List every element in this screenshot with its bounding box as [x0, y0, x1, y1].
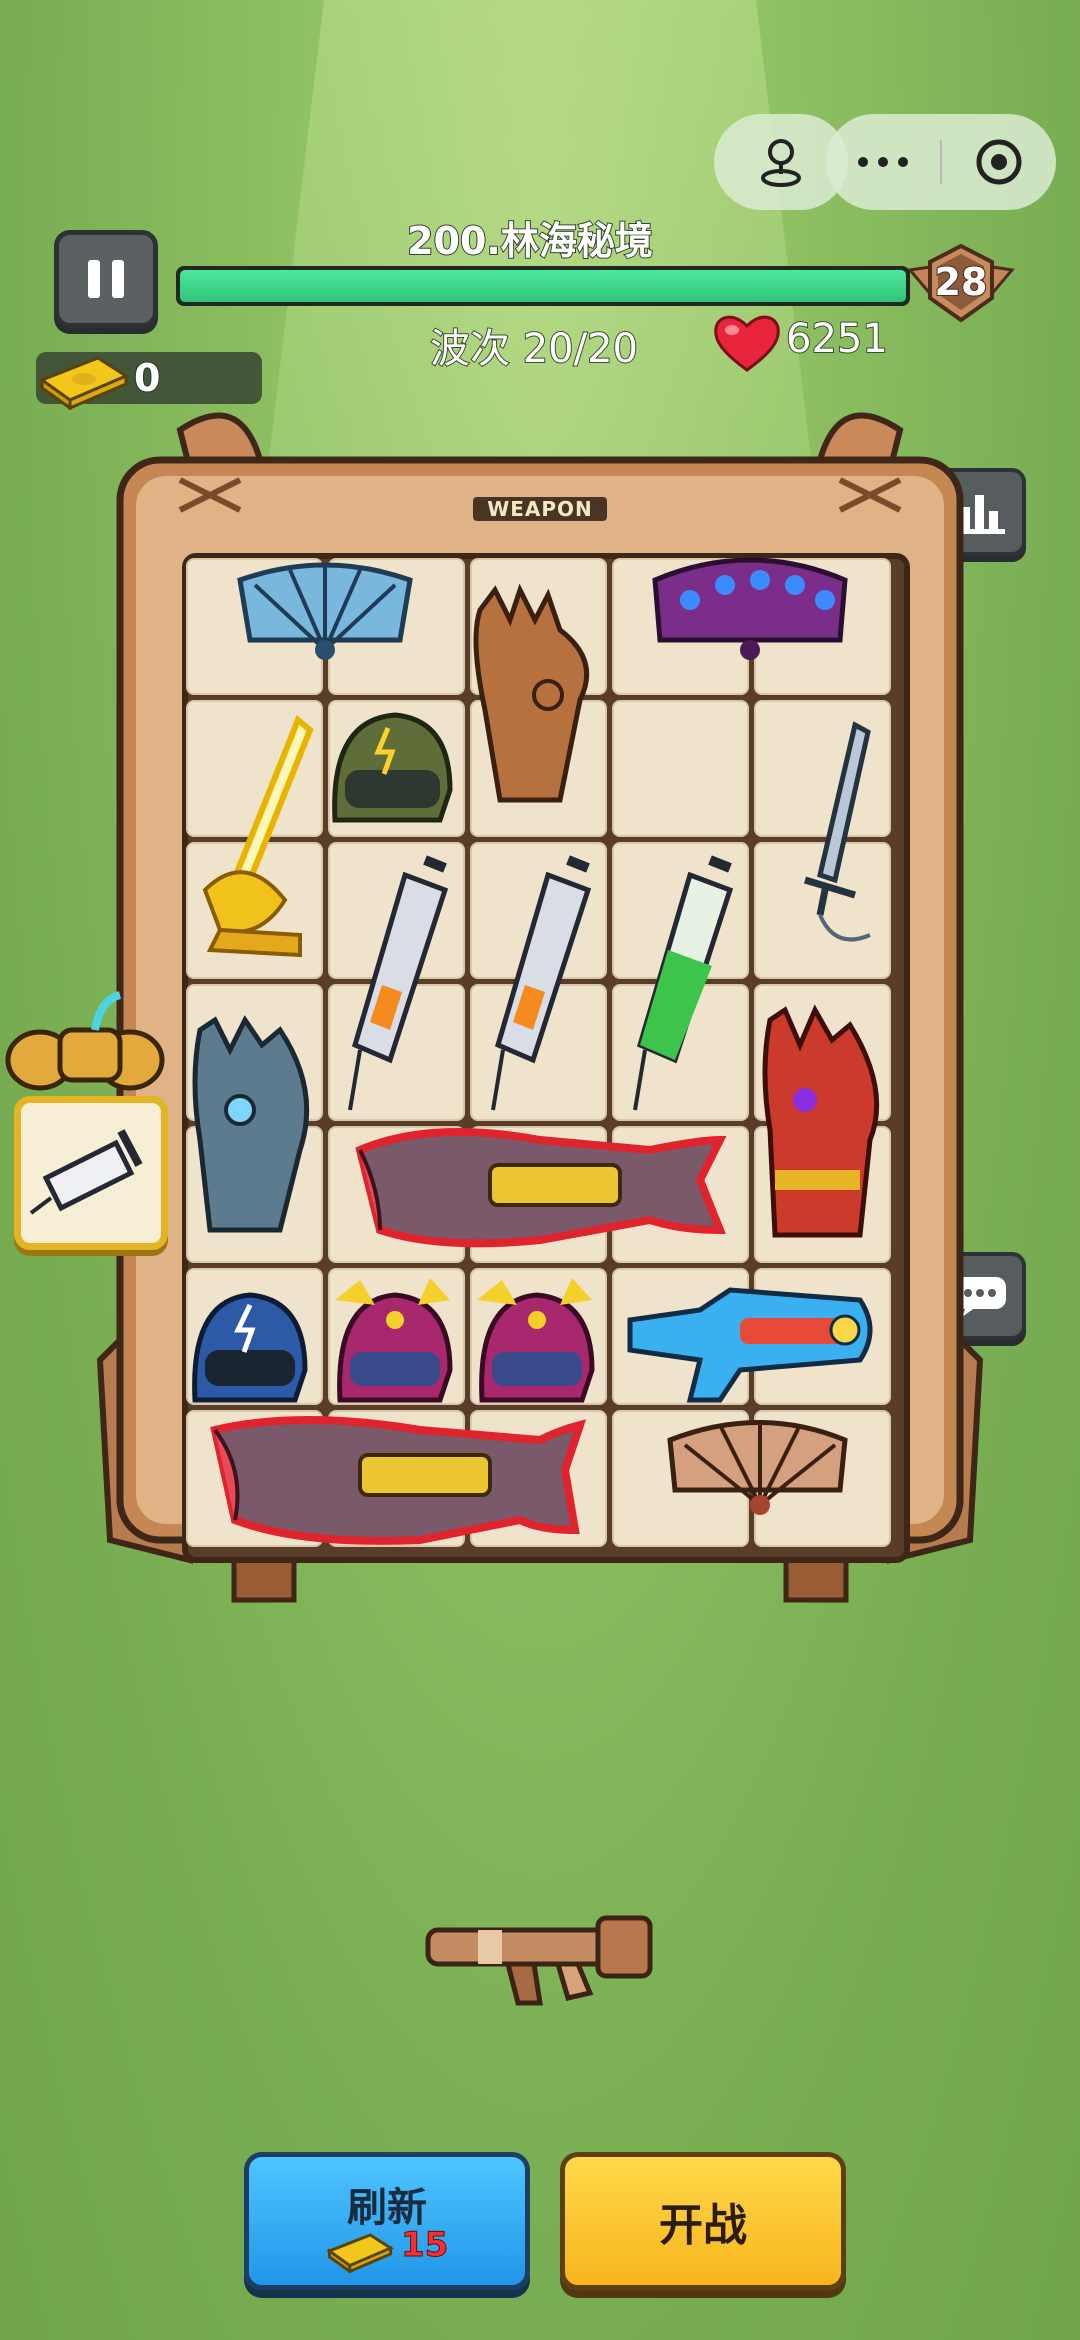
- selected-item-slot[interactable]: [14, 1096, 168, 1250]
- more-icon: [858, 157, 908, 167]
- pet-icon[interactable]: [0, 990, 180, 1100]
- pause-button[interactable]: [54, 230, 158, 328]
- shark-gun-icon[interactable]: [210, 1416, 587, 1545]
- player-level-text: 28: [934, 259, 989, 305]
- target-icon: [976, 139, 1022, 185]
- grid-cell[interactable]: [754, 700, 891, 837]
- player-level-badge: 28: [906, 240, 1016, 330]
- refresh-label: 刷新: [347, 2185, 427, 2231]
- wave-counter: 波次 20/20: [429, 325, 639, 373]
- grid-cell[interactable]: [612, 700, 749, 837]
- wave-progress-bar: [176, 266, 910, 306]
- refresh-cost: 15: [400, 2225, 449, 2266]
- gauntlet-icon[interactable]: [762, 1004, 880, 1238]
- hp-value: 6251: [785, 315, 889, 363]
- shark-gun-icon[interactable]: [355, 1128, 727, 1248]
- close-button[interactable]: [942, 136, 1056, 188]
- joystick-icon: [761, 139, 801, 187]
- bazooka-icon[interactable]: [418, 1908, 664, 2018]
- syringe-icon: [29, 1129, 143, 1215]
- gauntlet-icon[interactable]: [192, 1015, 310, 1233]
- heart-icon: [714, 315, 780, 372]
- start-battle-label: 开战: [659, 2200, 747, 2251]
- board-label: WEAPON: [473, 497, 607, 521]
- start-battle-button[interactable]: 开战: [560, 2152, 846, 2290]
- more-button[interactable]: [826, 152, 940, 172]
- money-value: 0: [133, 355, 161, 401]
- pause-icon: [82, 260, 130, 298]
- progress-fill: [180, 270, 906, 302]
- cash-icon: [326, 2233, 394, 2273]
- helmet-icon[interactable]: [477, 1278, 595, 1403]
- mini-program-capsule: [826, 114, 1056, 210]
- level-title: 200.林海秘境: [406, 218, 654, 264]
- helmet-icon[interactable]: [335, 1278, 453, 1403]
- refresh-button[interactable]: 刷新 15: [244, 2152, 530, 2290]
